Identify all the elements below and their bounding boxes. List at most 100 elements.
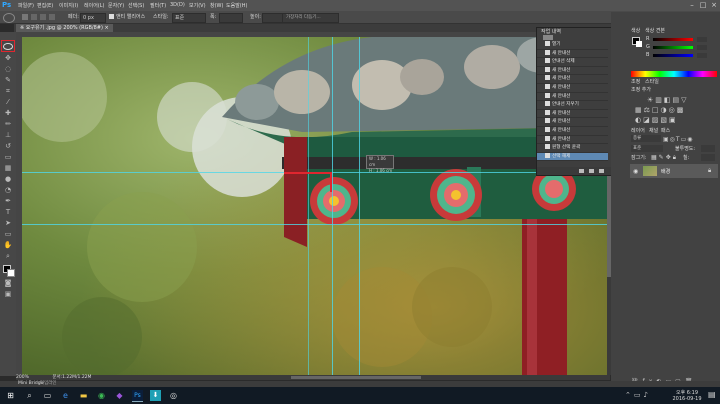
minimize-icon[interactable]: – [688, 1, 696, 9]
zoom-level[interactable]: 200% [16, 375, 29, 380]
eye-icon[interactable]: ◉ [633, 168, 638, 175]
history-item[interactable]: 새 안내선 [537, 66, 608, 76]
tab-paths[interactable]: 패스 [661, 127, 670, 134]
dodge-tool-icon[interactable]: ◔ [3, 186, 13, 195]
blend-mode-select[interactable]: 표준 [631, 145, 663, 152]
visual-studio-icon[interactable]: ◆ [114, 390, 125, 401]
blue-slider[interactable] [653, 54, 693, 57]
history-item[interactable]: 새 안내선 [537, 118, 608, 128]
tab-swatches[interactable]: 색상 견본 [645, 27, 665, 34]
elliptical-marquee-tool[interactable] [1, 40, 15, 52]
adjustment-icons-row-2[interactable]: ▦⚖□◑◎▩ [635, 106, 685, 114]
new-document-from-state-icon[interactable] [579, 169, 584, 173]
file-explorer-icon[interactable]: ▬ [78, 390, 89, 401]
menu-window[interactable]: 창(W) [210, 2, 223, 10]
width-input[interactable] [219, 13, 243, 23]
intersect-selection-icon[interactable] [49, 14, 55, 20]
green-value[interactable] [697, 45, 707, 50]
history-brush-icon[interactable]: ↺ [3, 142, 13, 151]
network-icon[interactable]: ◎ [168, 390, 179, 401]
guide-vertical[interactable] [332, 37, 333, 375]
pen-tool-icon[interactable]: ✒ [3, 197, 13, 206]
gradient-icon[interactable]: ▦ [3, 164, 13, 173]
maximize-icon[interactable]: □ [699, 1, 707, 9]
clone-stamp-icon[interactable]: ⊥ [3, 131, 13, 140]
menu-file[interactable]: 파일(F) [18, 2, 34, 10]
search-icon[interactable]: ⌕ [24, 390, 35, 401]
adjustment-icons-row-3[interactable]: ◐◪▨▧▣ [635, 116, 678, 124]
blur-tool-icon[interactable]: ● [3, 175, 13, 184]
pinned-app-icon[interactable]: ⬇ [150, 390, 161, 401]
eyedropper-icon[interactable]: ⁄ [3, 98, 13, 107]
move-tool-icon[interactable]: ✥ [3, 54, 13, 63]
windows-start-icon[interactable]: ⊞ [5, 390, 16, 401]
notification-icon[interactable]: ▤ [708, 390, 716, 399]
lasso-tool-icon[interactable]: ◌ [3, 65, 13, 74]
adjustment-icons-row-1[interactable]: ☀▥◧▤▽ [647, 96, 689, 104]
zoom-tool-icon[interactable]: ⌕ [3, 252, 13, 261]
new-selection-icon[interactable] [22, 14, 28, 20]
tab-adjustments[interactable]: 조정 [631, 78, 640, 85]
tab-layers[interactable]: 레이어 [631, 127, 645, 134]
task-view-icon[interactable]: ▭ [42, 390, 53, 401]
guide-horizontal[interactable] [22, 224, 610, 225]
color-spectrum[interactable] [631, 71, 717, 77]
color-background-swatch[interactable] [636, 41, 642, 47]
shape-tool-icon[interactable]: ▭ [3, 230, 13, 239]
history-item[interactable]: 새 안내선 [537, 49, 608, 59]
type-tool-icon[interactable]: T [3, 208, 13, 217]
snapshot-thumbnail[interactable] [543, 35, 553, 40]
history-item[interactable]: 새 안내선 [537, 75, 608, 85]
guide-vertical[interactable] [359, 37, 360, 375]
opacity-input[interactable] [701, 145, 715, 152]
menu-3d[interactable]: 3D(D) [170, 2, 185, 10]
add-selection-icon[interactable] [31, 14, 37, 20]
menu-type[interactable]: 문자(Y) [108, 2, 124, 10]
clock-date[interactable]: 2016-09-19 [670, 396, 704, 402]
history-item[interactable]: 새 안내선 [537, 84, 608, 93]
history-item[interactable]: 새 안내선 [537, 92, 608, 102]
lock-icons[interactable]: ▦✎✥🔒︎ [651, 154, 678, 162]
layer-filter-icons[interactable]: ▣◎T▭◉ [663, 136, 693, 143]
background-color-swatch[interactable] [7, 269, 15, 277]
history-item[interactable]: 새 안내선 [537, 127, 608, 136]
layer-filter-select[interactable]: 종류 [631, 135, 661, 142]
brush-tool-icon[interactable]: ✏ [3, 120, 13, 129]
history-item[interactable]: 열기 [537, 41, 608, 50]
menu-view[interactable]: 보기(V) [189, 2, 206, 10]
blue-value[interactable] [697, 53, 707, 58]
edge-browser-icon[interactable]: e [60, 390, 71, 401]
close-icon[interactable]: × [710, 1, 718, 9]
antialias-checkbox[interactable] [109, 14, 114, 19]
healing-brush-icon[interactable]: ✚ [3, 109, 13, 118]
menu-layer[interactable]: 레이어(L) [84, 2, 105, 10]
green-slider[interactable] [653, 46, 693, 49]
tray-icons[interactable]: ⌃▭♪ [625, 391, 651, 399]
tab-color[interactable]: 색상 [631, 27, 640, 34]
history-item[interactable]: 새 안내선 [537, 109, 608, 119]
layer-row[interactable]: ◉ 배경 🔒︎ [630, 164, 718, 178]
chrome-icon[interactable]: ◉ [96, 390, 107, 401]
red-value[interactable] [697, 37, 707, 42]
hand-tool-icon[interactable]: ✋ [3, 241, 13, 250]
elliptical-marquee-icon[interactable] [3, 13, 15, 23]
guide-vertical[interactable] [308, 37, 309, 375]
menu-help[interactable]: 도움말(H) [226, 2, 247, 10]
document-tab[interactable]: ※ 요구유기 .jpg @ 200% (RGB/8#) × [16, 24, 113, 32]
snapshot-icon[interactable] [589, 169, 594, 173]
tab-channels[interactable]: 채널 [649, 127, 658, 134]
crop-tool-icon[interactable]: ⌗ [3, 87, 13, 96]
red-slider[interactable] [653, 38, 693, 41]
refine-edge-button[interactable]: 가장자리 다듬기... [282, 13, 339, 23]
fill-input[interactable] [701, 154, 715, 161]
menu-image[interactable]: 이미지(I) [59, 2, 78, 10]
history-item[interactable]: 원형 선택 윤곽 [537, 144, 608, 153]
history-item-selected[interactable]: 선택 해제 [537, 152, 608, 162]
history-item[interactable]: 안내선 지우기 [537, 101, 608, 110]
feather-input[interactable]: 0 px [80, 13, 106, 23]
doc-size[interactable]: 문서:1.22M/1.22M [52, 375, 91, 380]
screen-mode-icon[interactable]: ▣ [3, 290, 13, 299]
history-item[interactable]: 새 안내선 [537, 135, 608, 145]
trash-icon[interactable] [599, 169, 604, 173]
path-select-icon[interactable]: ➤ [3, 219, 13, 228]
